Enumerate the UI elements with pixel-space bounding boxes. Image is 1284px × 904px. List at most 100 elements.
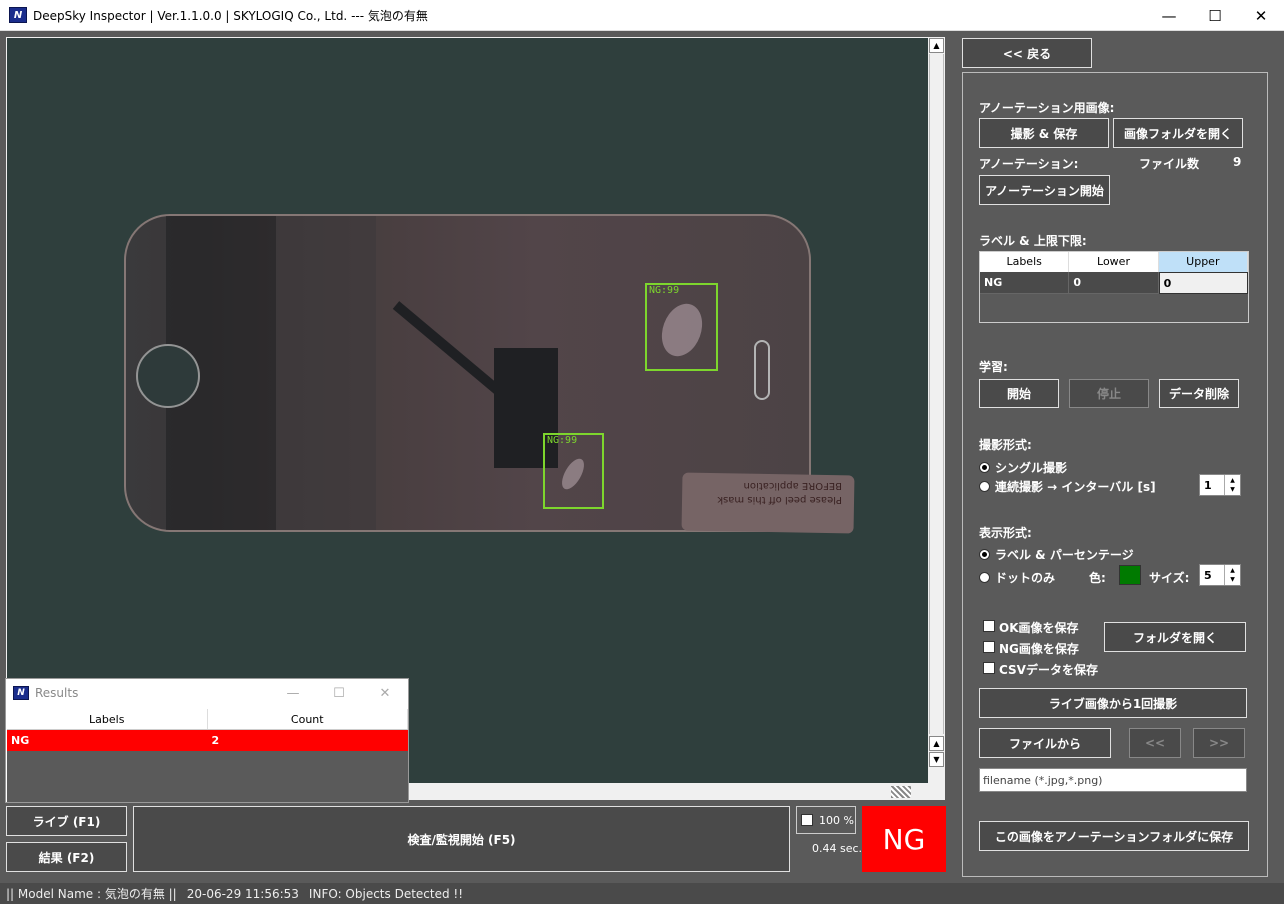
inference-time: 0.44 sec. <box>812 842 863 855</box>
open-image-folder-button[interactable]: 画像フォルダを開く <box>1113 118 1243 148</box>
annotation-images-label: アノーテーション用画像: <box>979 101 1115 115</box>
learn-stop-button[interactable]: 停止 <box>1069 379 1149 408</box>
capture-mode-label: 撮影形式: <box>979 438 1032 452</box>
save-ng-checkbox[interactable]: NG画像を保存 <box>983 640 1079 657</box>
checkbox-icon[interactable] <box>983 662 995 674</box>
checkbox-icon[interactable] <box>801 814 813 826</box>
radio-icon[interactable] <box>979 462 990 473</box>
status-model: || Model Name : 気泡の有無 || <box>6 887 177 901</box>
zoom-label: 100 % <box>819 813 854 827</box>
column-header[interactable]: Upper <box>1158 252 1248 272</box>
display-mode-label: 表示形式: <box>979 526 1032 540</box>
result-count: 2 <box>211 734 220 747</box>
size-stepper[interactable]: 5 ▲ ▼ <box>1199 564 1241 586</box>
table-row[interactable]: NG 0 0 <box>980 272 1248 294</box>
stepper-down-icon[interactable]: ▼ <box>1230 485 1235 494</box>
column-header[interactable]: Labels <box>7 709 208 729</box>
size-label: サイズ: <box>1149 571 1190 585</box>
file-count-label: ファイル数 <box>1139 157 1200 171</box>
next-button[interactable]: >> <box>1193 728 1245 758</box>
open-folder-button[interactable]: フォルダを開く <box>1104 622 1246 652</box>
learn-start-button[interactable]: 開始 <box>979 379 1059 408</box>
column-header[interactable]: Labels <box>980 252 1070 272</box>
app-icon: N <box>13 686 29 700</box>
detection-label: NG:99 <box>649 285 680 296</box>
maximize-icon[interactable]: ☐ <box>316 679 362 707</box>
results-grid: Labels Count NG 2 <box>7 709 408 802</box>
window-controls: — ☐ ✕ <box>1146 0 1284 31</box>
stepper-up-icon[interactable]: ▲ <box>1230 476 1235 485</box>
label-limits-label: ラベル & 上限下限: <box>979 234 1087 248</box>
dot-color-swatch[interactable] <box>1119 565 1141 585</box>
column-header[interactable]: Lower <box>1069 252 1159 272</box>
data-delete-button[interactable]: データ削除 <box>1159 379 1239 408</box>
home-button-cutout <box>136 344 200 408</box>
verdict-indicator: NG <box>862 806 946 872</box>
capture-continuous-radio[interactable]: 連続撮影 → インターバル [s] <box>979 478 1156 495</box>
detection-box: NG:99 <box>543 433 604 509</box>
close-icon[interactable]: ✕ <box>362 679 408 707</box>
title-bar: N DeepSky Inspector | Ver.1.1.0.0 | SKYL… <box>0 0 1284 31</box>
app-icon: N <box>9 7 27 23</box>
capture-save-button[interactable]: 撮影 & 保存 <box>979 118 1109 148</box>
save-ok-checkbox[interactable]: OK画像を保存 <box>983 619 1079 636</box>
scroll-track[interactable] <box>929 54 944 734</box>
phone-glass-object: Please peel off this mask BEFORE applica… <box>124 214 855 534</box>
stepper-down-icon[interactable]: ▼ <box>1230 575 1235 584</box>
settings-panel: アノーテーション用画像: 撮影 & 保存 画像フォルダを開く アノーテーション:… <box>962 72 1268 877</box>
back-button[interactable]: << 戻る <box>962 38 1092 68</box>
save-csv-checkbox[interactable]: CSVデータを保存 <box>983 661 1098 678</box>
display-label-pct-radio[interactable]: ラベル & パーセンテージ <box>979 546 1134 563</box>
capture-single-radio[interactable]: シングル撮影 <box>979 459 1067 476</box>
checkbox-icon[interactable] <box>983 641 995 653</box>
scroll-up-icon[interactable]: ▲ <box>929 38 944 53</box>
display-dot-radio[interactable]: ドットのみ <box>979 569 1055 586</box>
label-limits-table[interactable]: Labels Lower Upper NG 0 0 <box>979 251 1249 323</box>
live-button[interactable]: ライブ (F1) <box>6 806 127 836</box>
scroll-up-icon[interactable]: ▲ <box>929 736 944 751</box>
annotation-start-button[interactable]: アノーテーション開始 <box>979 175 1110 205</box>
prev-button[interactable]: << <box>1129 728 1181 758</box>
sticker-text: Please peel off this mask BEFORE applica… <box>717 480 842 505</box>
maximize-icon[interactable]: ☐ <box>1192 0 1238 31</box>
capture-once-button[interactable]: ライブ画像から1回撮影 <box>979 688 1247 718</box>
from-file-button[interactable]: ファイルから <box>979 728 1111 758</box>
save-to-annotation-button[interactable]: この画像をアノーテーションフォルダに保存 <box>979 821 1249 851</box>
learning-label: 学習: <box>979 360 1008 374</box>
inspect-start-button[interactable]: 検査/監視開始 (F5) <box>133 806 790 872</box>
inspection-image: Please peel off this mask BEFORE applica… <box>7 38 928 783</box>
close-icon[interactable]: ✕ <box>1238 0 1284 31</box>
lower-cell[interactable]: 0 <box>1069 272 1159 294</box>
scroll-down-icon[interactable]: ▼ <box>929 752 944 767</box>
results-title-bar: N Results — ☐ ✕ <box>6 679 408 707</box>
detection-label: NG:99 <box>547 435 578 446</box>
status-bar: || Model Name : 気泡の有無 || 20-06-29 11:56:… <box>0 883 1284 904</box>
minimize-icon[interactable]: — <box>1146 0 1192 31</box>
scroll-grip[interactable] <box>891 786 911 798</box>
result-button[interactable]: 結果 (F2) <box>6 842 127 872</box>
status-info: INFO: Objects Detected !! <box>308 886 464 901</box>
result-label: NG <box>11 734 30 747</box>
color-label: 色: <box>1089 571 1106 585</box>
minimize-icon[interactable]: — <box>270 679 316 707</box>
label-cell[interactable]: NG <box>980 272 1070 294</box>
radio-icon[interactable] <box>979 481 990 492</box>
speaker-cutout <box>754 340 770 400</box>
radio-icon[interactable] <box>979 572 990 583</box>
annotation-label: アノーテーション: <box>979 157 1079 171</box>
filename-field[interactable]: filename (*.jpg,*.png) <box>979 768 1247 792</box>
vertical-scrollbar[interactable]: ▲ ▲ ▼ <box>928 37 945 784</box>
file-count-value: 9 <box>1233 155 1242 169</box>
results-title: Results <box>35 686 79 700</box>
zoom-checkbox[interactable]: 100 % <box>796 806 856 834</box>
stepper-up-icon[interactable]: ▲ <box>1230 566 1235 575</box>
table-row[interactable]: NG 2 <box>7 730 408 751</box>
column-header[interactable]: Count <box>208 709 408 729</box>
detection-box: NG:99 <box>645 283 718 371</box>
window-title: DeepSky Inspector | Ver.1.1.0.0 | SKYLOG… <box>33 8 428 23</box>
radio-icon[interactable] <box>979 549 990 560</box>
results-window[interactable]: N Results — ☐ ✕ Labels Count NG 2 <box>5 678 409 803</box>
upper-cell-input[interactable]: 0 <box>1158 272 1248 294</box>
checkbox-icon[interactable] <box>983 620 995 632</box>
interval-stepper[interactable]: 1 ▲ ▼ <box>1199 474 1241 496</box>
